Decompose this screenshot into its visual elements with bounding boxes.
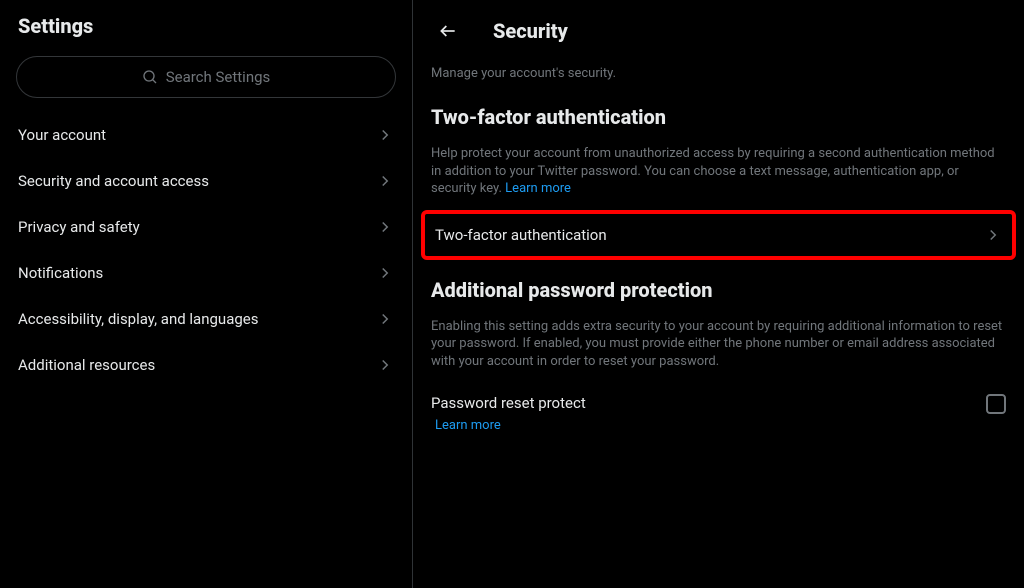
arrow-left-icon (438, 21, 458, 41)
learn-more-link[interactable]: Learn more (413, 414, 1024, 445)
section-heading-password-protection: Additional password protection (413, 260, 1024, 308)
chevron-right-icon (376, 310, 394, 328)
sidebar-item-notifications[interactable]: Notifications (0, 250, 412, 296)
security-panel: Security Manage your account's security.… (413, 0, 1024, 588)
sidebar-item-additional-resources[interactable]: Additional resources (0, 342, 412, 388)
panel-header: Security (413, 6, 1024, 56)
chevron-right-icon (376, 126, 394, 144)
panel-title: Security (493, 19, 568, 43)
section-heading-2fa: Two-factor authentication (413, 99, 1024, 135)
learn-more-link[interactable]: Learn more (505, 181, 571, 196)
sidebar-item-security-access[interactable]: Security and account access (0, 158, 412, 204)
row-label: Two-factor authentication (435, 226, 607, 244)
sidebar-item-label: Accessibility, display, and languages (18, 310, 258, 328)
search-placeholder: Search Settings (166, 68, 271, 86)
search-icon (142, 69, 158, 85)
search-wrap: Search Settings (0, 52, 412, 112)
two-factor-auth-row[interactable]: Two-factor authentication (421, 210, 1016, 260)
sidebar-item-label: Notifications (18, 264, 103, 282)
sidebar-item-label: Privacy and safety (18, 218, 140, 236)
panel-subtitle: Manage your account's security. (413, 56, 1024, 99)
sidebar-item-your-account[interactable]: Your account (0, 112, 412, 158)
section-desc-2fa: Help protect your account from unauthori… (413, 135, 1024, 210)
back-button[interactable] (431, 14, 465, 48)
chevron-right-icon (376, 264, 394, 282)
sidebar-item-label: Additional resources (18, 356, 155, 374)
search-input[interactable]: Search Settings (16, 56, 396, 98)
sidebar-item-accessibility[interactable]: Accessibility, display, and languages (0, 296, 412, 342)
page-title: Settings (0, 0, 412, 52)
toggle-label: Password reset protect (431, 394, 586, 412)
chevron-right-icon (984, 226, 1002, 244)
chevron-right-icon (376, 172, 394, 190)
sidebar-item-label: Security and account access (18, 172, 209, 190)
settings-sidebar: Settings Search Settings Your account Se… (0, 0, 413, 588)
sidebar-item-label: Your account (18, 126, 106, 144)
chevron-right-icon (376, 356, 394, 374)
section-desc-password-protection: Enabling this setting adds extra securit… (413, 308, 1024, 383)
password-reset-protect-row: Password reset protect (413, 382, 1024, 414)
settings-nav-list: Your account Security and account access… (0, 112, 412, 388)
chevron-right-icon (376, 218, 394, 236)
sidebar-item-privacy[interactable]: Privacy and safety (0, 204, 412, 250)
password-reset-protect-checkbox[interactable] (986, 394, 1006, 414)
